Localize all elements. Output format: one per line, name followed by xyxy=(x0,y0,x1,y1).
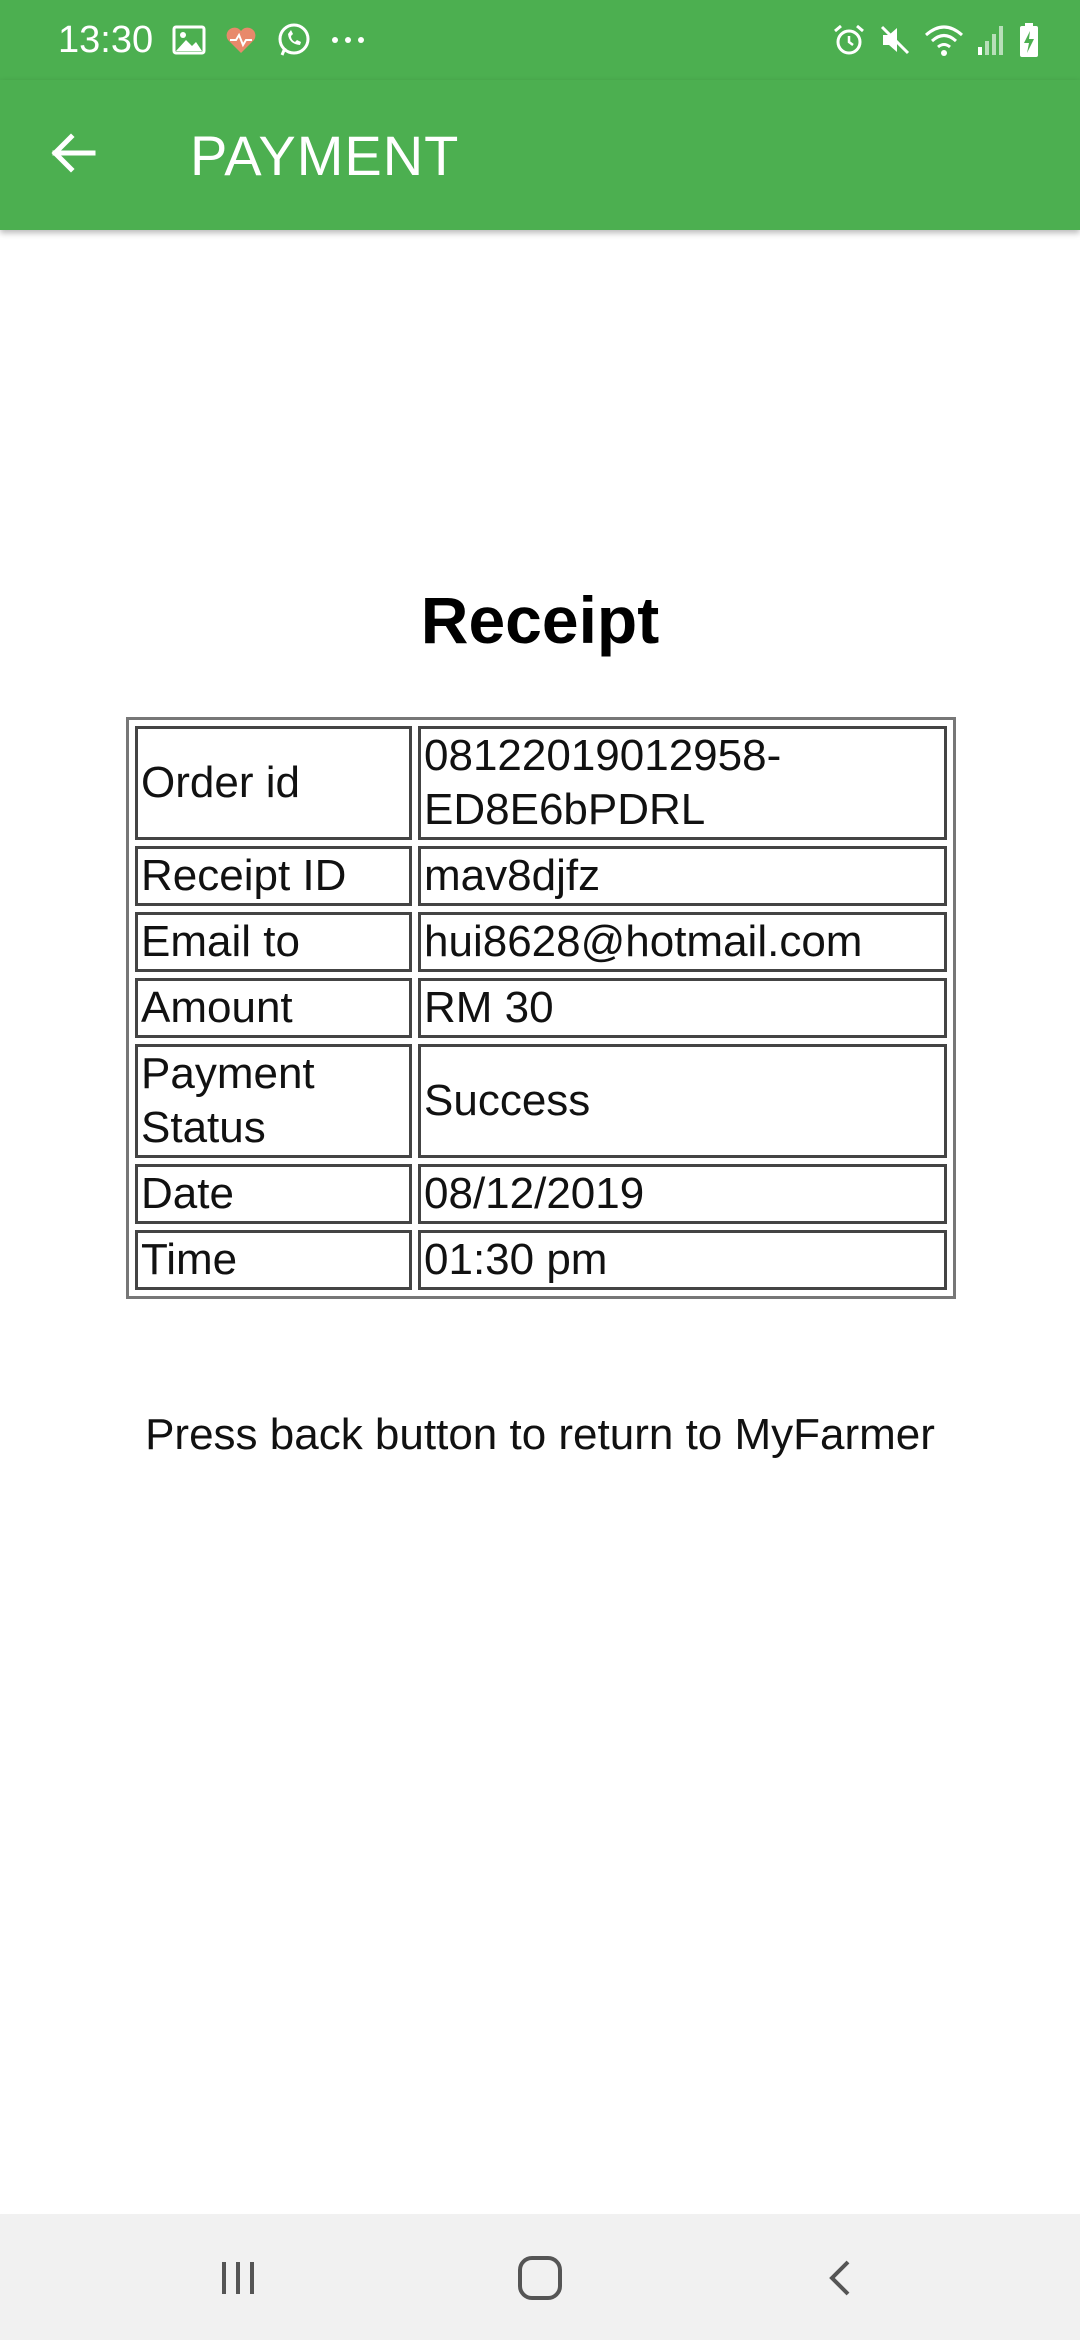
status-bar: 13:30 xyxy=(0,0,1080,80)
system-nav-bar xyxy=(0,2214,1080,2340)
return-instruction-text: Press back button to return to MyFarmer xyxy=(145,1410,935,1459)
payment-status-value: Success xyxy=(418,1044,947,1158)
email-label: Email to xyxy=(135,912,412,972)
amount-label: Amount xyxy=(135,978,412,1038)
mute-icon xyxy=(878,23,912,57)
receipt-heading: Receipt xyxy=(420,583,660,657)
recent-apps-icon xyxy=(222,2262,254,2294)
table-row-receipt-id: Receipt ID mav8djfz xyxy=(135,846,947,906)
battery-charging-icon xyxy=(1018,22,1040,58)
status-left-icons xyxy=(172,18,384,62)
payment-status-label: Payment Status xyxy=(135,1044,412,1158)
receipt-table: Order id 08122019012958-ED8E6bPDRL Recei… xyxy=(126,717,956,1299)
table-row-date: Date 08/12/2019 xyxy=(135,1164,947,1224)
amount-value: RM 30 xyxy=(418,978,947,1038)
order-id-label: Order id xyxy=(135,726,412,840)
status-time: 13:30 xyxy=(58,19,154,61)
back-button[interactable] xyxy=(40,120,106,186)
image-icon xyxy=(172,25,206,55)
email-value: hui8628@hotmail.com xyxy=(418,912,947,972)
wifi-icon xyxy=(924,23,964,57)
system-back-button[interactable] xyxy=(802,2238,882,2318)
alarm-icon xyxy=(832,23,866,57)
receipt-id-label: Receipt ID xyxy=(135,846,412,906)
table-row-payment-status: Payment Status Success xyxy=(135,1044,947,1158)
table-row-email: Email to hui8628@hotmail.com xyxy=(135,912,947,972)
time-value: 01:30 pm xyxy=(418,1230,947,1290)
back-nav-icon xyxy=(829,2260,850,2296)
home-icon xyxy=(518,2256,562,2300)
table-row-order-id: Order id 08122019012958-ED8E6bPDRL xyxy=(135,726,947,840)
date-value: 08/12/2019 xyxy=(418,1164,947,1224)
order-id-value: 08122019012958-ED8E6bPDRL xyxy=(418,726,947,840)
arrow-back-icon xyxy=(51,133,96,173)
date-label: Date xyxy=(135,1164,412,1224)
more-dots-icon xyxy=(330,35,366,45)
signal-icon xyxy=(976,23,1006,57)
heart-monitor-icon xyxy=(224,25,258,55)
app-bar: PAYMENT xyxy=(0,80,1080,230)
app-bar-title: PAYMENT xyxy=(190,124,460,187)
time-label: Time xyxy=(135,1230,412,1290)
table-row-amount: Amount RM 30 xyxy=(135,978,947,1038)
recent-apps-button[interactable] xyxy=(198,2238,278,2318)
status-right-icons xyxy=(820,18,1040,62)
home-button[interactable] xyxy=(500,2238,580,2318)
receipt-id-value: mav8djfz xyxy=(418,846,947,906)
table-row-time: Time 01:30 pm xyxy=(135,1230,947,1290)
whatsapp-icon xyxy=(276,22,312,58)
